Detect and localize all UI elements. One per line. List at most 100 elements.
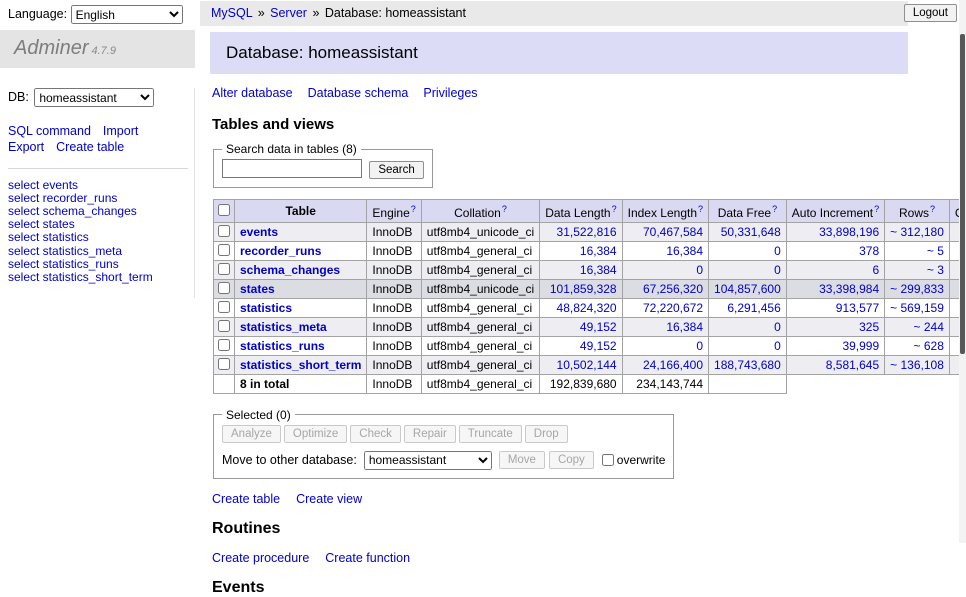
drop-button[interactable]: Drop bbox=[525, 425, 568, 443]
auto-increment-link[interactable]: 33,398,984 bbox=[819, 282, 879, 296]
auto-increment-link[interactable]: 378 bbox=[859, 244, 879, 258]
table-link-statistics[interactable]: statistics bbox=[240, 301, 292, 315]
table-link-events[interactable]: events bbox=[240, 225, 278, 239]
data-length-link[interactable]: 49,152 bbox=[580, 339, 617, 353]
index-length-link[interactable]: 70,467,584 bbox=[643, 225, 703, 239]
check-button[interactable]: Check bbox=[350, 425, 401, 443]
link-create-table[interactable]: Create table bbox=[212, 492, 280, 506]
row-checkbox-statistics-meta[interactable] bbox=[218, 320, 230, 332]
select-all-checkbox[interactable] bbox=[218, 204, 230, 216]
sidebar-item-select-recorder-runs[interactable]: select recorder_runs bbox=[8, 191, 117, 205]
breadcrumb-link-server[interactable]: Server bbox=[270, 6, 307, 20]
link-create-procedure[interactable]: Create procedure bbox=[212, 551, 309, 565]
sidebar-item-select-statistics[interactable]: select statistics bbox=[8, 230, 89, 244]
db-link-alter-database[interactable]: Alter database bbox=[212, 86, 293, 100]
data-free-link[interactable]: 0 bbox=[774, 339, 781, 353]
index-length-link[interactable]: 0 bbox=[696, 339, 703, 353]
data-free-link[interactable]: 104,857,600 bbox=[714, 282, 781, 296]
data-length-link[interactable]: 10,502,144 bbox=[557, 358, 617, 372]
data-free-link[interactable]: 0 bbox=[774, 244, 781, 258]
row-checkbox-statistics-short-term[interactable] bbox=[218, 358, 230, 370]
sidebar-action-import[interactable]: Import bbox=[103, 123, 138, 139]
row-checkbox-schema-changes[interactable] bbox=[218, 263, 230, 275]
help-link[interactable]: ? bbox=[502, 204, 507, 214]
sidebar-action-sql-command[interactable]: SQL command bbox=[8, 123, 91, 139]
truncate-button[interactable]: Truncate bbox=[459, 425, 522, 443]
rows-link[interactable]: ~ 312,180 bbox=[890, 225, 944, 239]
move-button[interactable]: Move bbox=[499, 451, 545, 469]
help-link[interactable]: ? bbox=[772, 204, 777, 214]
table-link-statistics-short-term[interactable]: statistics_short_term bbox=[240, 358, 361, 372]
optimize-button[interactable]: Optimize bbox=[284, 425, 347, 443]
breadcrumb-link-mysql[interactable]: MySQL bbox=[211, 6, 252, 20]
auto-increment-link[interactable]: 39,999 bbox=[842, 339, 879, 353]
data-free-link[interactable]: 188,743,680 bbox=[714, 358, 781, 372]
help-link[interactable]: ? bbox=[698, 204, 703, 214]
scrollbar-thumb[interactable] bbox=[960, 34, 965, 354]
language-select[interactable]: English bbox=[71, 5, 183, 24]
row-checkbox-events[interactable] bbox=[218, 225, 230, 237]
link-create-view[interactable]: Create view bbox=[296, 492, 362, 506]
row-checkbox-recorder-runs[interactable] bbox=[218, 244, 230, 256]
sidebar-action-create-table[interactable]: Create table bbox=[56, 139, 124, 155]
data-free-link[interactable]: 0 bbox=[774, 263, 781, 277]
table-link-schema-changes[interactable]: schema_changes bbox=[240, 263, 340, 277]
scrollbar[interactable] bbox=[959, 0, 966, 543]
data-length-link[interactable]: 16,384 bbox=[580, 263, 617, 277]
row-checkbox-states[interactable] bbox=[218, 282, 230, 294]
index-length-link[interactable]: 67,256,320 bbox=[643, 282, 703, 296]
sidebar-item-select-statistics-short-term[interactable]: select statistics_short_term bbox=[8, 270, 153, 284]
copy-button[interactable]: Copy bbox=[549, 451, 594, 469]
data-length-link[interactable]: 49,152 bbox=[580, 320, 617, 334]
row-checkbox-statistics[interactable] bbox=[218, 301, 230, 313]
auto-increment-link[interactable]: 325 bbox=[859, 320, 879, 334]
search-button[interactable]: Search bbox=[369, 161, 423, 179]
auto-increment-link[interactable]: 33,898,196 bbox=[819, 225, 879, 239]
sidebar-item-select-statistics-runs[interactable]: select statistics_runs bbox=[8, 257, 119, 271]
rows-link[interactable]: ~ 628 bbox=[914, 339, 944, 353]
db-link-database-schema[interactable]: Database schema bbox=[308, 86, 409, 100]
data-length-link[interactable]: 101,859,328 bbox=[550, 282, 617, 296]
data-length-link[interactable]: 48,824,320 bbox=[557, 301, 617, 315]
rows-link[interactable]: ~ 244 bbox=[914, 320, 944, 334]
repair-button[interactable]: Repair bbox=[404, 425, 456, 443]
rows-link[interactable]: ~ 569,159 bbox=[890, 301, 944, 315]
db-link-privileges[interactable]: Privileges bbox=[423, 86, 477, 100]
logout-button[interactable]: Logout bbox=[904, 4, 957, 22]
sidebar-item-select-states[interactable]: select states bbox=[8, 217, 75, 231]
sidebar-item-select-events[interactable]: select events bbox=[8, 178, 78, 192]
data-length-link[interactable]: 16,384 bbox=[580, 244, 617, 258]
table-link-statistics-runs[interactable]: statistics_runs bbox=[240, 339, 325, 353]
rows-link[interactable]: ~ 299,833 bbox=[890, 282, 944, 296]
data-free-link[interactable]: 50,331,648 bbox=[721, 225, 781, 239]
auto-increment-link[interactable]: 913,577 bbox=[836, 301, 879, 315]
link-create-function[interactable]: Create function bbox=[325, 551, 410, 565]
auto-increment-link[interactable]: 6 bbox=[872, 263, 879, 277]
index-length-link[interactable]: 16,384 bbox=[666, 320, 703, 334]
data-free-link[interactable]: 0 bbox=[774, 320, 781, 334]
rows-link[interactable]: ~ 5 bbox=[927, 244, 944, 258]
auto-increment-link[interactable]: 8,581,645 bbox=[826, 358, 879, 372]
help-link[interactable]: ? bbox=[930, 204, 935, 214]
help-link[interactable]: ? bbox=[411, 204, 416, 214]
analyze-button[interactable]: Analyze bbox=[222, 425, 281, 443]
sidebar-action-export[interactable]: Export bbox=[8, 139, 44, 155]
overwrite-checkbox[interactable] bbox=[602, 454, 614, 466]
move-database-select[interactable]: homeassistant bbox=[364, 451, 492, 470]
index-length-link[interactable]: 16,384 bbox=[666, 244, 703, 258]
db-select[interactable]: homeassistant bbox=[34, 88, 154, 107]
data-length-link[interactable]: 31,522,816 bbox=[557, 225, 617, 239]
table-link-states[interactable]: states bbox=[240, 282, 275, 296]
rows-link[interactable]: ~ 136,108 bbox=[890, 358, 944, 372]
table-link-recorder-runs[interactable]: recorder_runs bbox=[240, 244, 321, 258]
help-link[interactable]: ? bbox=[874, 204, 879, 214]
index-length-link[interactable]: 24,166,400 bbox=[643, 358, 703, 372]
sidebar-item-select-schema-changes[interactable]: select schema_changes bbox=[8, 204, 137, 218]
table-link-statistics-meta[interactable]: statistics_meta bbox=[240, 320, 327, 334]
data-free-link[interactable]: 6,291,456 bbox=[727, 301, 780, 315]
index-length-link[interactable]: 0 bbox=[696, 263, 703, 277]
sidebar-item-select-statistics-meta[interactable]: select statistics_meta bbox=[8, 244, 122, 258]
overwrite-label[interactable]: overwrite bbox=[617, 453, 666, 467]
index-length-link[interactable]: 72,220,672 bbox=[643, 301, 703, 315]
row-checkbox-statistics-runs[interactable] bbox=[218, 339, 230, 351]
